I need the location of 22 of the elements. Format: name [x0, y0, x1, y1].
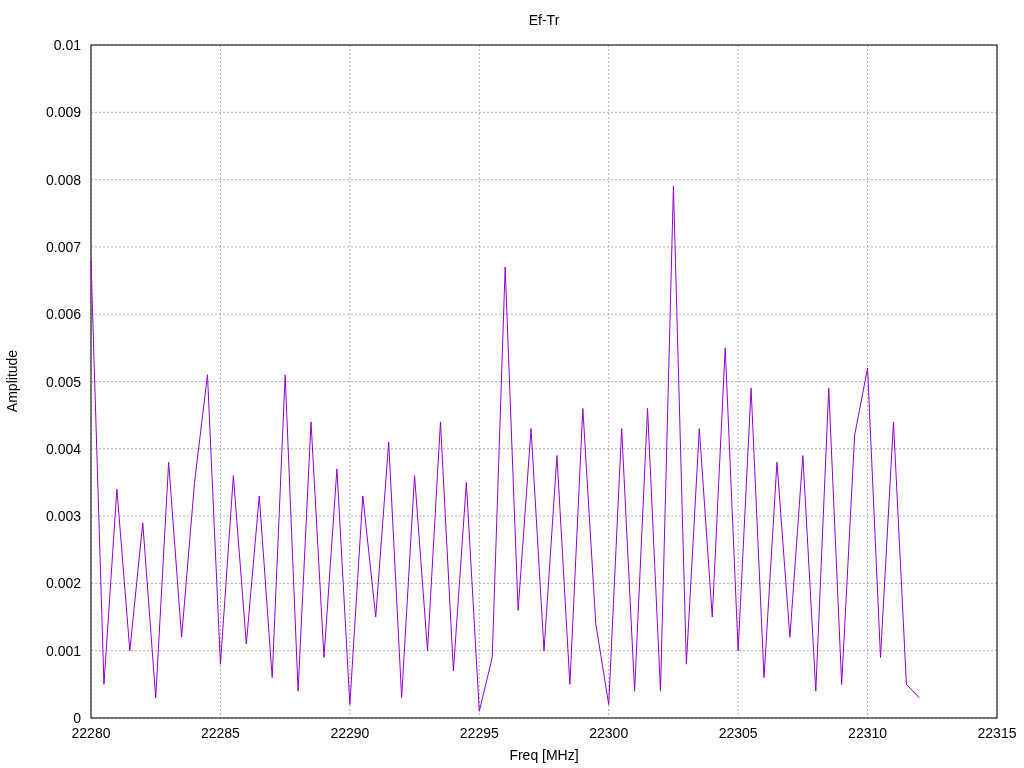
chart-title: Ef-Tr	[528, 12, 560, 28]
x-tick-label: 22290	[330, 725, 370, 741]
y-tick-label: 0.01	[53, 37, 81, 53]
x-tick-label: 22310	[848, 725, 888, 741]
x-tick-label: 22295	[459, 725, 499, 741]
y-axis-label: Amplitude	[4, 349, 20, 413]
x-tick-label: 22300	[589, 725, 629, 741]
x-tick-label: 22315	[977, 725, 1017, 741]
x-tick-label: 22280	[71, 725, 111, 741]
y-tick-label: 0.002	[45, 575, 81, 592]
x-axis-label: Freq [MHz]	[509, 747, 579, 763]
y-tick-label: 0.005	[45, 373, 81, 390]
y-tick-label: 0.008	[45, 171, 81, 188]
y-tick-label: 0.003	[45, 508, 81, 525]
y-tick-label: 0.001	[45, 642, 81, 659]
y-tick-label: 0.009	[45, 104, 81, 121]
y-tick-label: 0	[73, 710, 81, 726]
y-tick-label: 0.007	[45, 238, 81, 255]
x-tick-label: 22285	[200, 725, 240, 741]
y-tick-label: 0.004	[45, 440, 81, 457]
y-tick-label: 0.006	[45, 306, 81, 323]
x-tick-label: 22305	[718, 725, 758, 741]
